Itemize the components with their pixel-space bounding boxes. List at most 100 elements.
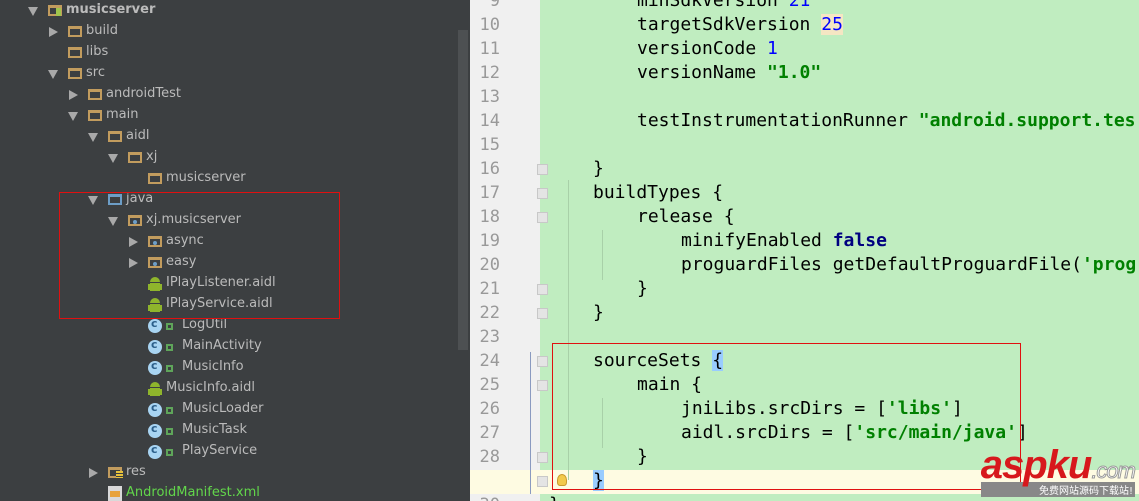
chevron-down-icon[interactable]	[68, 112, 78, 121]
tree-item[interactable]: IPlayService.aidl	[0, 295, 458, 316]
chevron-down-icon[interactable]	[48, 70, 58, 79]
fold-marker-icon[interactable]	[537, 380, 548, 391]
class-icon	[148, 317, 162, 333]
fold-marker-icon[interactable]	[537, 356, 548, 367]
code-line[interactable]: minSdkVersion 21	[637, 0, 810, 13]
line-number: 21	[479, 279, 500, 299]
code-line[interactable]: }	[593, 157, 604, 181]
tree-item-label: async	[166, 233, 204, 248]
tree-item-label: AndroidManifest.xml	[126, 485, 260, 500]
chevron-right-icon[interactable]	[69, 90, 78, 100]
android-icon	[148, 297, 162, 313]
code-line[interactable]: minifyEnabled false	[681, 229, 887, 253]
tree-item[interactable]: musicserver	[0, 1, 458, 22]
chevron-down-icon[interactable]	[108, 154, 118, 163]
chevron-right-icon[interactable]	[129, 258, 138, 268]
tree-item[interactable]: build	[0, 22, 458, 43]
lightbulb-icon[interactable]	[557, 474, 567, 486]
tree-item[interactable]: main	[0, 106, 458, 127]
class-icon	[148, 443, 162, 459]
code-token: }	[593, 158, 604, 179]
tree-item-label: main	[106, 107, 139, 122]
tree-item[interactable]: MusicInfo	[0, 358, 458, 379]
fold-marker-icon[interactable]	[537, 212, 548, 223]
code-line[interactable]: proguardFiles getDefaultProguardFile('pr…	[681, 253, 1136, 277]
code-token: false	[832, 230, 887, 251]
tree-item[interactable]: async	[0, 232, 458, 253]
code-token: buildTypes {	[593, 182, 724, 203]
tree-item[interactable]: xj	[0, 148, 458, 169]
fold-marker-icon[interactable]	[537, 164, 548, 175]
chevron-right-icon[interactable]	[89, 468, 98, 478]
code-line[interactable]: }	[637, 277, 648, 301]
lock-icon	[166, 344, 173, 351]
tree-item[interactable]: MusicInfo.aidl	[0, 379, 458, 400]
line-number: 14	[479, 111, 500, 131]
tree-item[interactable]: PlayService	[0, 442, 458, 463]
line-number: 16	[479, 159, 500, 179]
fold-marker-icon[interactable]	[537, 284, 548, 295]
tree-item[interactable]: easy	[0, 253, 458, 274]
chevron-down-icon[interactable]	[88, 133, 98, 142]
code-token: 21	[788, 0, 811, 11]
fold-marker-icon[interactable]	[537, 476, 548, 487]
folder-icon	[128, 152, 142, 163]
class-icon	[148, 422, 162, 438]
manifest-icon	[108, 486, 122, 501]
tree-item-label: MusicInfo.aidl	[166, 380, 255, 395]
code-line[interactable]: release {	[637, 205, 735, 229]
line-number: 30	[470, 495, 500, 501]
tree-item-label: libs	[86, 44, 109, 59]
tree-item[interactable]: musicserver	[0, 169, 458, 190]
fold-marker-icon[interactable]	[537, 452, 548, 463]
code-token: }	[593, 302, 604, 323]
tree-item[interactable]: libs	[0, 43, 458, 64]
tree-item[interactable]: xj.musicserver	[0, 211, 458, 232]
code-editor[interactable]: 9 10 11 12 13 14 15 16 17 18 19 20 21 22 23 24 25 26 27 28 2…	[470, 0, 1139, 501]
code-line[interactable]: versionCode 1	[637, 37, 778, 61]
tree-item[interactable]: MusicTask	[0, 421, 458, 442]
chevron-right-icon[interactable]	[129, 237, 138, 247]
tree-item[interactable]: MusicLoader	[0, 400, 458, 421]
line-number: 24	[479, 351, 500, 371]
fold-marker-icon[interactable]	[537, 188, 548, 199]
code-line[interactable]: targetSdkVersion 25	[637, 13, 843, 37]
code-token: minifyEnabled	[681, 230, 833, 251]
tree-item[interactable]: src	[0, 64, 458, 85]
code-line[interactable]: buildTypes {	[593, 181, 723, 205]
line-number: 11	[479, 39, 500, 59]
line-number: 25	[479, 375, 500, 395]
chevron-down-icon[interactable]	[28, 7, 38, 16]
chevron-right-icon[interactable]	[49, 27, 58, 37]
chevron-down-icon[interactable]	[108, 217, 118, 226]
tree-item[interactable]: res	[0, 463, 458, 484]
code-line[interactable]: }	[593, 301, 604, 325]
code-line[interactable]: versionName "1.0"	[637, 61, 821, 85]
tree-item[interactable]: java	[0, 190, 458, 211]
chevron-down-icon[interactable]	[88, 196, 98, 205]
tree-item[interactable]: LogUtil	[0, 316, 458, 337]
code-token: testInstrumentationRunner	[637, 110, 919, 131]
code-token: minSdkVersion	[637, 0, 789, 11]
tree-item-label: MusicLoader	[182, 401, 264, 416]
tree-item[interactable]: aidl	[0, 127, 458, 148]
folder-icon	[68, 68, 82, 79]
tree-item-label: res	[126, 464, 146, 479]
tree-item[interactable]: IPlayListener.aidl	[0, 274, 458, 295]
code-line[interactable]: testInstrumentationRunner "android.suppo…	[637, 109, 1136, 133]
code-token: versionCode	[637, 38, 768, 59]
pkg-icon	[148, 257, 162, 268]
tree-scrollbar[interactable]	[458, 30, 468, 350]
code-token: proguardFiles getDefaultProguardFile(	[681, 254, 1082, 275]
code-line[interactable]: }	[549, 493, 560, 501]
watermark-logo-text: aspku	[980, 443, 1093, 487]
change-marker	[530, 352, 531, 494]
tree-item[interactable]: MainActivity	[0, 337, 458, 358]
tree-item-label: java	[126, 191, 154, 206]
fold-marker-icon[interactable]	[537, 308, 548, 319]
class-icon	[148, 338, 162, 354]
line-number: 9	[489, 0, 500, 11]
tree-item[interactable]: AndroidManifest.xml	[0, 484, 458, 501]
tree-item[interactable]: androidTest	[0, 85, 458, 106]
tree-item-label: MusicTask	[182, 422, 248, 437]
